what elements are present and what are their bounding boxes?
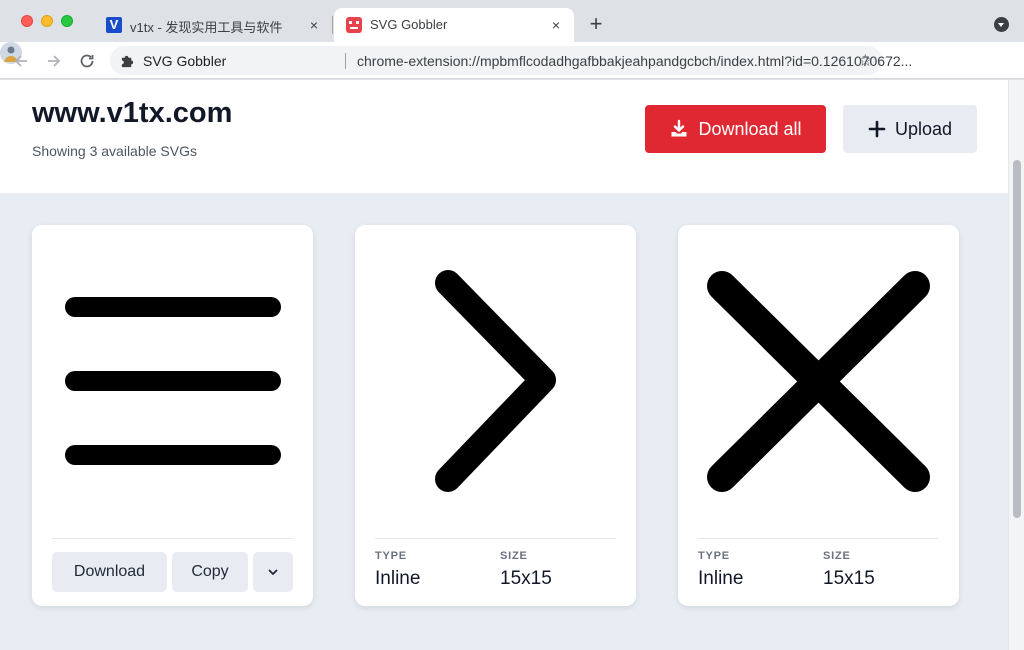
- address-site-name: SVG Gobbler: [143, 53, 227, 69]
- plus-icon: [868, 120, 886, 138]
- card-copy-button[interactable]: Copy: [172, 552, 248, 592]
- tab-svg-gobbler[interactable]: SVG Gobbler ×: [334, 8, 574, 42]
- extension-puzzle-icon: [121, 55, 134, 68]
- forward-arrow-icon[interactable]: [43, 50, 65, 72]
- card-divider: [52, 538, 293, 539]
- card-more-options-button[interactable]: [253, 552, 293, 592]
- upload-label: Upload: [894, 118, 953, 139]
- upload-button[interactable]: Upload: [843, 105, 977, 153]
- tab-v1tx[interactable]: V v1tx - 发现实用工具与软件 ×: [94, 8, 332, 42]
- hamburger-menu-icon: [65, 297, 281, 465]
- chevron-right-icon: [435, 270, 556, 492]
- v1tx-favicon-icon: V: [106, 17, 122, 33]
- type-label: TYPE: [698, 550, 730, 562]
- tab-separator: [332, 16, 333, 34]
- bookmark-star-icon[interactable]: ☆: [858, 51, 873, 71]
- tab-title: v1tx - 发现实用工具与软件: [130, 20, 283, 35]
- card-divider: [698, 538, 939, 539]
- back-arrow-icon[interactable]: [10, 50, 32, 72]
- chevron-down-icon: [268, 569, 278, 575]
- address-bar[interactable]: SVG Gobbler chrome-extension://mpbmflcod…: [110, 46, 912, 75]
- browser-tab-strip: V v1tx - 发现实用工具与软件 × SVG Gobbler × +: [0, 0, 1024, 42]
- download-all-button[interactable]: Download all: [645, 105, 826, 153]
- card-divider: [375, 538, 616, 539]
- tab-close-icon[interactable]: ×: [306, 17, 322, 33]
- window-maximize-button[interactable]: [61, 15, 73, 27]
- type-label: TYPE: [375, 550, 407, 562]
- download-icon: [671, 119, 687, 137]
- tab-title: SVG Gobbler: [370, 17, 448, 32]
- close-x-icon: [707, 271, 930, 492]
- svg-card: TYPE Inline SIZE 15x15: [678, 225, 959, 606]
- size-value: 15x15: [823, 568, 875, 589]
- address-divider: [345, 53, 346, 69]
- vertical-scrollbar[interactable]: [1008, 80, 1024, 650]
- type-value: Inline: [375, 568, 421, 589]
- type-value: Inline: [698, 568, 744, 589]
- reload-icon[interactable]: [76, 50, 98, 72]
- svg-gobbler-favicon-icon: [346, 17, 362, 33]
- page-header: www.v1tx.com Showing 3 available SVGs Do…: [0, 80, 1008, 193]
- page-viewport: www.v1tx.com Showing 3 available SVGs Do…: [0, 80, 1024, 650]
- window-close-button[interactable]: [21, 15, 33, 27]
- size-label: SIZE: [823, 550, 851, 562]
- scrollbar-thumb[interactable]: [1013, 160, 1021, 518]
- card-download-button[interactable]: Download: [52, 552, 167, 592]
- tab-search-menu-icon[interactable]: [994, 17, 1009, 32]
- download-all-label: Download all: [698, 118, 802, 139]
- new-tab-button[interactable]: +: [584, 13, 608, 37]
- page-title: www.v1tx.com: [32, 97, 233, 129]
- size-value: 15x15: [500, 568, 552, 589]
- window-minimize-button[interactable]: [41, 15, 53, 27]
- svg-card: TYPE Inline SIZE 15x15: [355, 225, 636, 606]
- browser-toolbar: SVG Gobbler chrome-extension://mpbmflcod…: [0, 42, 1024, 112]
- tab-close-icon[interactable]: ×: [548, 17, 564, 33]
- size-label: SIZE: [500, 550, 528, 562]
- svg-count-subtitle: Showing 3 available SVGs: [32, 143, 197, 159]
- svg-card: Download Copy: [32, 225, 313, 606]
